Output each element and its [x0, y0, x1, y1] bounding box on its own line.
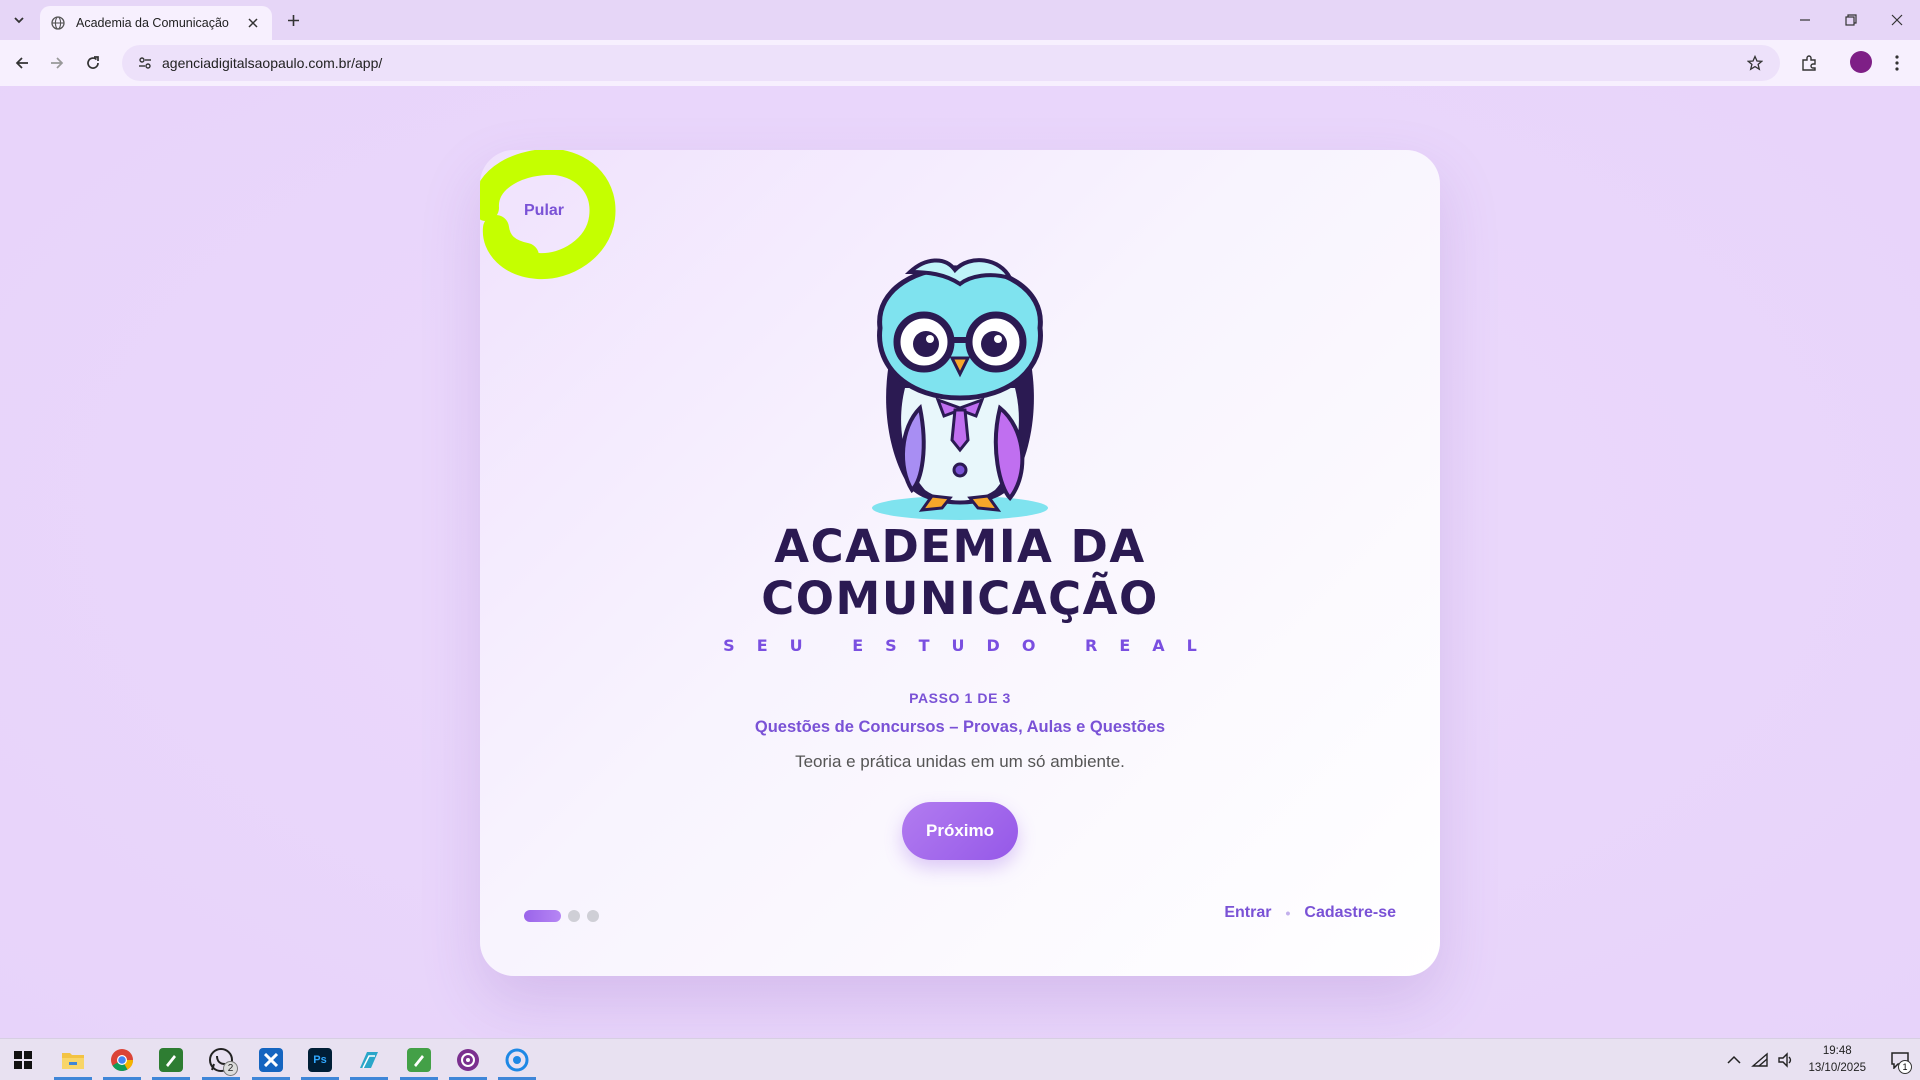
network-icon[interactable] — [1748, 1048, 1772, 1072]
notification-count: 1 — [1898, 1060, 1912, 1074]
tab-search-icon[interactable] — [8, 9, 30, 31]
step-dot-1[interactable] — [524, 910, 561, 922]
app-x-icon[interactable] — [248, 1039, 294, 1080]
chevron-up-icon[interactable] — [1722, 1048, 1746, 1072]
whatsapp-badge: 2 — [223, 1061, 238, 1076]
profile-avatar[interactable] — [1850, 51, 1872, 73]
onboarding-card: Pular ACADEMIA DA COMUNICAÇÃO SEU ESTUDO… — [480, 150, 1440, 976]
volume-icon[interactable] — [1774, 1048, 1798, 1072]
clock-date: 13/10/2025 — [1808, 1062, 1866, 1074]
step-progress-dots — [524, 910, 606, 922]
reload-icon[interactable] — [80, 50, 106, 76]
login-link[interactable]: Entrar — [1224, 904, 1271, 922]
forward-icon[interactable] — [44, 50, 70, 76]
browser-icon[interactable] — [494, 1039, 540, 1080]
windows-logo-icon — [14, 1051, 32, 1069]
bookmark-star-icon[interactable] — [1740, 48, 1770, 78]
step-description: Teoria e prática unidas em um só ambient… — [795, 752, 1125, 771]
step-indicator-label: PASSO 1 DE 3 — [909, 690, 1011, 706]
url-text[interactable]: agenciadigitalsaopaulo.com.br/app/ — [162, 55, 1740, 71]
clock-time: 19:48 — [1822, 1045, 1852, 1057]
whatsapp-icon[interactable]: 2 — [198, 1039, 244, 1080]
system-tray: 19:48 13/10/2025 1 — [1720, 1039, 1920, 1080]
notepad-icon[interactable] — [148, 1039, 194, 1080]
back-icon[interactable] — [9, 50, 35, 76]
site-info-icon[interactable] — [130, 48, 160, 78]
photoshop-icon[interactable]: Ps — [297, 1039, 343, 1080]
step-dot-3[interactable] — [587, 910, 599, 922]
auth-links: Entrar • Cadastre-se — [1224, 904, 1396, 922]
new-tab-icon[interactable] — [282, 9, 304, 31]
minimize-icon[interactable] — [1782, 0, 1828, 40]
browser-toolbar: agenciadigitalsaopaulo.com.br/app/ — [0, 40, 1920, 86]
address-bar[interactable]: agenciadigitalsaopaulo.com.br/app/ — [122, 45, 1780, 81]
signup-link[interactable]: Cadastre-se — [1304, 904, 1396, 922]
notepadpp-icon[interactable] — [396, 1039, 442, 1080]
windows-taskbar: 2 Ps 19:48 13/10/2025 1 — [0, 1038, 1920, 1080]
link-separator: • — [1285, 905, 1291, 921]
step-dot-2[interactable] — [568, 910, 580, 922]
chrome-icon[interactable] — [99, 1039, 145, 1080]
file-explorer-icon[interactable] — [50, 1039, 96, 1080]
notification-center-icon[interactable]: 1 — [1880, 1039, 1920, 1080]
start-button[interactable] — [0, 1039, 46, 1080]
brand-name-line1: ACADEMIA DA — [774, 520, 1146, 573]
browser-tab-active[interactable]: Academia da Comunicação — [40, 6, 272, 40]
browser-menu-icon[interactable] — [1884, 50, 1910, 76]
extensions-icon[interactable] — [1796, 50, 1822, 76]
tab-strip: Academia da Comunicação — [0, 0, 1920, 40]
taskbar-clock[interactable]: 19:48 13/10/2025 — [1808, 1043, 1866, 1077]
next-button[interactable]: Próximo — [902, 802, 1018, 860]
brand-name-line2: COMUNICAÇÃO — [761, 572, 1159, 625]
owl-mascot-logo — [872, 258, 1048, 520]
app-blue-icon[interactable] — [346, 1039, 392, 1080]
globe-icon — [50, 15, 66, 31]
step-title: Questões de Concursos – Provas, Aulas e … — [754, 718, 1166, 736]
close-tab-icon[interactable] — [244, 14, 262, 32]
brand-tagline: SEU ESTUDO REAL — [723, 636, 1219, 655]
photoshop-label: Ps — [308, 1048, 332, 1072]
skip-link[interactable]: Pular — [524, 202, 564, 220]
page-background: Pular ACADEMIA DA COMUNICAÇÃO SEU ESTUDO… — [0, 86, 1920, 1038]
close-window-icon[interactable] — [1874, 0, 1920, 40]
restore-icon[interactable] — [1828, 0, 1874, 40]
app-purple-icon[interactable] — [445, 1039, 491, 1080]
tab-title: Academia da Comunicação — [76, 16, 229, 30]
